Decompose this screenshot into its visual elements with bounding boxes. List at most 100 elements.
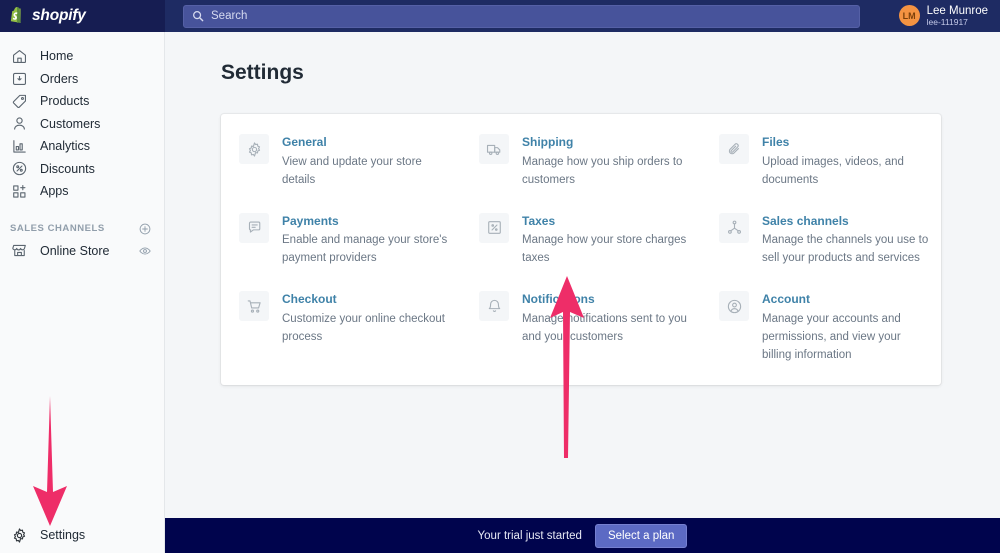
- user-info: Lee Munroe lee-111917: [927, 5, 988, 28]
- sidebar-item-label: Orders: [40, 71, 79, 86]
- sidebar-nav: Home Orders Products Customers Analytics…: [0, 32, 164, 203]
- eye-icon[interactable]: [138, 244, 152, 258]
- setting-link[interactable]: Taxes: [522, 214, 691, 230]
- user-menu[interactable]: LM Lee Munroe lee-111917: [898, 5, 1000, 28]
- home-icon: [10, 47, 28, 65]
- setting-description: Manage the channels you use to sell your…: [762, 234, 929, 265]
- discount-percent-icon: [10, 160, 28, 178]
- setting-general[interactable]: General View and update your store detai…: [239, 134, 451, 188]
- sidebar-item-label: Discounts: [40, 161, 95, 176]
- sidebar-item-label: Products: [40, 94, 90, 109]
- setting-text: Checkout Customize your online checkout …: [282, 291, 451, 345]
- setting-text: Shipping Manage how you ship orders to c…: [522, 134, 691, 188]
- top-bar: shopify Search LM Lee Munroe lee-111917: [0, 0, 1000, 32]
- search-area: Search: [165, 4, 899, 28]
- sales-channels-node-icon: [719, 212, 749, 243]
- setting-notifications[interactable]: Notifications Manage notifications sent …: [479, 291, 691, 345]
- setting-shipping[interactable]: Shipping Manage how you ship orders to c…: [479, 134, 691, 188]
- sidebar-item-home[interactable]: Home: [0, 45, 164, 68]
- user-handle: lee-111917: [926, 16, 968, 27]
- search-placeholder: Search: [211, 10, 248, 22]
- setting-text: Files Upload images, videos, and documen…: [762, 134, 931, 188]
- shopify-bag-icon: [10, 7, 21, 23]
- shopify-logo[interactable]: shopify: [0, 0, 165, 32]
- plus-circle-icon[interactable]: [138, 222, 152, 236]
- page-title: Settings: [221, 61, 304, 84]
- gear-icon: [10, 526, 28, 544]
- setting-link[interactable]: Shipping: [522, 135, 691, 151]
- trial-banner: Your trial just started Select a plan: [165, 518, 1000, 553]
- setting-files[interactable]: Files Upload images, videos, and documen…: [719, 134, 931, 188]
- person-icon: [10, 115, 28, 133]
- sales-channels-section-header: SALES CHANNELS: [0, 219, 164, 239]
- apps-grid-icon: [10, 182, 28, 200]
- sidebar-item-settings[interactable]: Settings: [0, 517, 165, 553]
- sidebar-item-label: Settings: [40, 528, 86, 542]
- sidebar-item-label: Analytics: [40, 139, 91, 154]
- sidebar-item-online-store[interactable]: Online Store: [0, 239, 164, 263]
- setting-description: Manage how you ship orders to customers: [522, 155, 683, 186]
- sidebar-item-label: Online Store: [40, 243, 110, 258]
- sidebar-item-discounts[interactable]: Discounts: [0, 158, 164, 181]
- tag-icon: [10, 92, 28, 110]
- shopping-cart-icon: [239, 291, 269, 322]
- setting-link[interactable]: General: [282, 135, 451, 151]
- storefront-icon: [10, 242, 28, 260]
- main-content: Settings General View and update your st…: [165, 32, 1000, 518]
- setting-taxes[interactable]: Taxes Manage how your store charges taxe…: [479, 212, 691, 267]
- setting-description: Customize your online checkout process: [282, 312, 445, 343]
- shipping-truck-icon: [479, 134, 509, 164]
- setting-link[interactable]: Checkout: [282, 292, 451, 308]
- setting-text: Notifications Manage notifications sent …: [522, 291, 691, 345]
- gear-icon: [239, 134, 269, 164]
- sidebar-item-apps[interactable]: Apps: [0, 180, 164, 203]
- sidebar-item-orders[interactable]: Orders: [0, 68, 164, 91]
- setting-description: Manage notifications sent to you and you…: [522, 312, 687, 343]
- section-title: SALES CHANNELS: [10, 223, 105, 234]
- shopify-admin-window: shopify Search LM Lee Munroe lee-111917: [0, 0, 1000, 553]
- setting-text: Taxes Manage how your store charges taxe…: [522, 213, 691, 267]
- settings-grid: General View and update your store detai…: [221, 134, 941, 363]
- search-input[interactable]: Search: [183, 4, 860, 28]
- bar-chart-icon: [10, 137, 28, 155]
- settings-column: Files Upload images, videos, and documen…: [701, 134, 941, 363]
- sidebar: Home Orders Products Customers Analytics…: [0, 32, 165, 553]
- select-a-plan-button[interactable]: Select a plan: [594, 523, 688, 548]
- setting-link[interactable]: Files: [762, 135, 931, 151]
- orders-inbox-icon: [10, 70, 28, 88]
- setting-description: Enable and manage your store's payment p…: [282, 234, 448, 265]
- setting-account[interactable]: Account Manage your accounts and permiss…: [719, 291, 931, 363]
- taxes-percent-box-icon: [479, 212, 509, 243]
- sidebar-item-products[interactable]: Products: [0, 90, 164, 113]
- sidebar-item-analytics[interactable]: Analytics: [0, 135, 164, 158]
- setting-link[interactable]: Payments: [282, 214, 451, 230]
- sidebar-item-label: Apps: [40, 184, 69, 199]
- setting-text: Account Manage your accounts and permiss…: [762, 291, 931, 363]
- settings-card: General View and update your store detai…: [221, 114, 941, 385]
- setting-link[interactable]: Account: [762, 292, 931, 308]
- sidebar-item-label: Home: [40, 49, 74, 64]
- bell-icon: [479, 291, 509, 322]
- setting-text: General View and update your store detai…: [282, 134, 451, 188]
- setting-checkout[interactable]: Checkout Customize your online checkout …: [239, 291, 451, 345]
- setting-text: Sales channels Manage the channels you u…: [762, 213, 931, 267]
- trial-status-text: Your trial just started: [477, 529, 582, 542]
- setting-description: Manage how your store charges taxes: [522, 234, 687, 265]
- user-name: Lee Munroe: [926, 4, 988, 17]
- paperclip-icon: [719, 134, 749, 164]
- account-circle-icon: [719, 291, 749, 322]
- setting-description: Manage your accounts and permissions, an…: [762, 312, 901, 361]
- settings-column: Shipping Manage how you ship orders to c…: [461, 134, 701, 363]
- setting-link[interactable]: Notifications: [522, 292, 691, 308]
- setting-link[interactable]: Sales channels: [762, 214, 931, 230]
- sidebar-item-customers[interactable]: Customers: [0, 113, 164, 136]
- brand-name: shopify: [32, 7, 86, 24]
- setting-payments[interactable]: Payments Enable and manage your store's …: [239, 212, 451, 267]
- search-icon: [193, 11, 204, 22]
- setting-sales-channels[interactable]: Sales channels Manage the channels you u…: [719, 212, 931, 267]
- avatar: LM: [898, 5, 920, 27]
- settings-column: General View and update your store detai…: [221, 134, 461, 363]
- sidebar-item-label: Customers: [40, 116, 101, 131]
- setting-description: Upload images, videos, and documents: [762, 155, 904, 186]
- payments-card-icon: [239, 212, 269, 243]
